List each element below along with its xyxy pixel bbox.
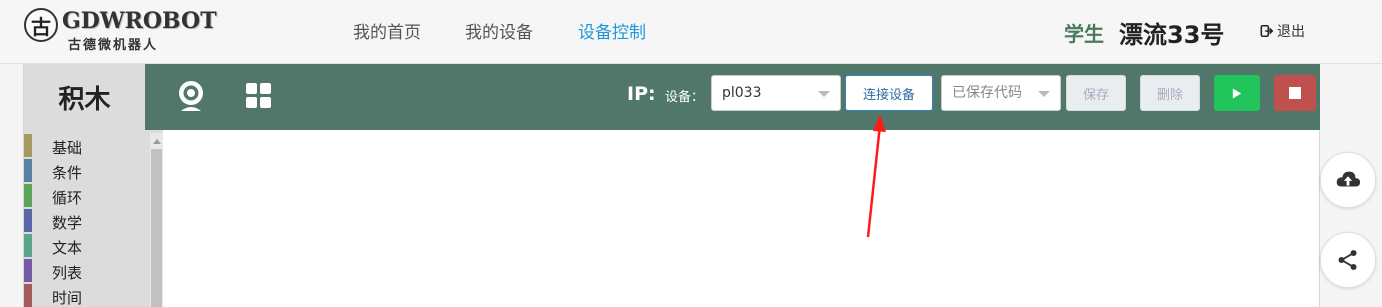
category-color-bar [24,159,32,182]
scroll-up-icon[interactable] [153,139,161,144]
share-icon [1338,250,1357,270]
category-color-bar [24,284,32,307]
save-button[interactable]: 保存 [1066,75,1126,111]
category-label: 列表 [52,264,83,282]
chevron-down-icon [818,91,830,97]
category-item-loop[interactable]: 循环 [24,184,148,207]
category-color-bar [24,259,32,282]
stop-icon [1289,87,1301,99]
saved-code-select[interactable]: 已保存代码 [941,75,1061,111]
logo-name: GDWROBOT [62,8,217,34]
play-icon [1232,88,1242,98]
stop-button[interactable] [1274,75,1316,111]
chevron-down-icon [1038,91,1050,97]
user-role: 学生 [1064,22,1104,46]
nav-home[interactable]: 我的首页 [353,18,421,43]
logo-badge: 古 [24,8,58,42]
category-color-bar [24,134,32,157]
logo[interactable]: 古 GDWROBOT 古德微机器人 [24,6,217,56]
scrollbar-thumb[interactable] [151,149,162,307]
category-item-time[interactable]: 时间 [24,284,148,307]
category-label: 条件 [52,164,83,182]
category-item-text[interactable]: 文本 [24,234,148,257]
workspace-frame: 积木 IP: 设备： pl033 连接设备 已保存代码 保存 删除 基础 条件 … [23,64,1320,307]
logout-label: 退出 [1277,24,1305,40]
category-label: 基础 [52,139,83,157]
device-select-value: pl033 [722,85,762,101]
cloud-upload-button[interactable] [1320,152,1376,208]
user-name: 漂流33号 [1119,21,1225,49]
cloud-upload-icon [1336,171,1361,187]
webcam-icon[interactable] [173,78,209,114]
device-select[interactable]: pl033 [711,75,841,111]
category-label: 文本 [52,239,83,257]
share-button[interactable] [1320,232,1376,288]
toolbar: IP: 设备： pl033 连接设备 已保存代码 保存 删除 [145,64,1320,130]
category-color-bar [24,209,32,232]
category-label: 时间 [52,289,83,307]
category-item-basic[interactable]: 基础 [24,134,148,157]
category-item-condition[interactable]: 条件 [24,159,148,182]
category-label: 循环 [52,189,83,207]
grid-icon[interactable] [241,78,277,114]
nav-my-devices[interactable]: 我的设备 [465,18,533,43]
category-panel: 基础 条件 循环 数学 文本 列表 时间 [24,130,163,307]
logout-button[interactable]: 退出 [1260,21,1305,41]
category-scrollbar[interactable] [150,133,163,307]
category-item-list[interactable]: 列表 [24,259,148,282]
device-label: 设备： [665,90,705,105]
top-header: 古 GDWROBOT 古德微机器人 我的首页 我的设备 设备控制 学生 漂流33… [0,0,1382,64]
connect-device-button[interactable]: 连接设备 [845,75,933,111]
category-color-bar [24,234,32,257]
page: 古 GDWROBOT 古德微机器人 我的首页 我的设备 设备控制 学生 漂流33… [0,0,1382,307]
saved-code-select-value: 已保存代码 [952,85,1022,101]
delete-button[interactable]: 删除 [1140,75,1200,111]
category-label: 数学 [52,214,83,232]
run-button[interactable] [1214,75,1260,111]
category-item-math[interactable]: 数学 [24,209,148,232]
logo-subtitle: 古德微机器人 [68,38,159,53]
blocks-title: 积木 [24,64,145,130]
category-color-bar [24,184,32,207]
nav-device-control[interactable]: 设备控制 [578,18,646,43]
logout-icon [1260,24,1274,38]
ip-label: IP: [627,83,656,105]
